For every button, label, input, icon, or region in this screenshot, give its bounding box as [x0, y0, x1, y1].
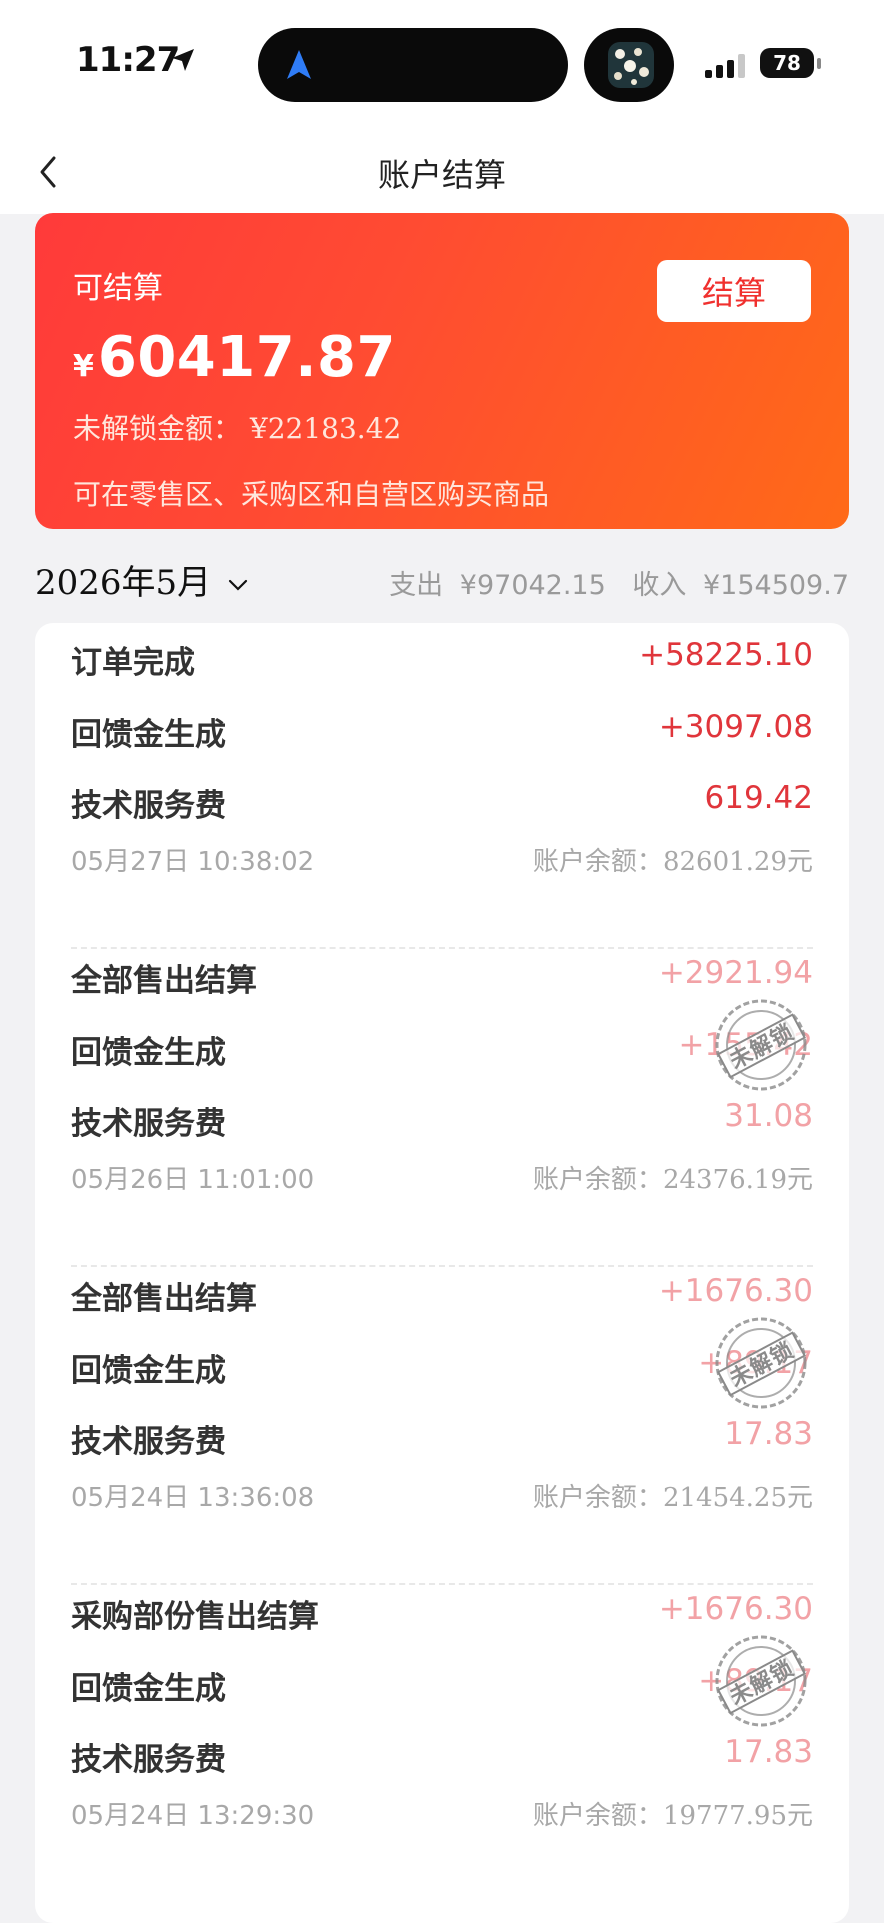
locked-amount-line: 未解锁金额： ¥22183.42	[73, 407, 401, 447]
settleable-label: 可结算	[73, 271, 163, 306]
ledger-entry[interactable]: 订单完成 +58225.10 回馈金生成 +3097.08 技术服务费 619.42 05月…	[71, 631, 813, 951]
ledger-entry-footer: 05月24日 13:29:30 账户余额：19777.95元	[71, 1795, 813, 1835]
currency-symbol: ¥	[73, 349, 94, 384]
purchase-note: 可在零售区、采购区和自营区购买商品	[73, 478, 550, 511]
entry-balance: 账户余额：82601.29元	[533, 841, 813, 878]
ledger-row-label: 回馈金生成	[71, 1671, 226, 1707]
ledger-entry-footer: 05月24日 13:36:08 账户余额：21454.25元	[71, 1477, 813, 1517]
ledger-row-label: 采购部份售出结算	[71, 1599, 319, 1635]
balance-label: 账户余额：	[532, 1801, 663, 1831]
ledger-row: 全部售出结算 +1676.30	[71, 1267, 813, 1317]
ledger-entry[interactable]: 全部售出结算+2921.94回馈金生成+155.42技术服务费31.0805月2…	[71, 949, 813, 1269]
ledger-row-amount: +1676.30	[658, 1591, 813, 1627]
ledger-row-amount: +3097.08	[658, 709, 813, 745]
settlement-card: 可结算 ¥60417.87 未解锁金额： ¥22183.42 可在零售区、采购区…	[35, 213, 849, 529]
entry-balance: 账户余额：21454.25元	[533, 1477, 813, 1514]
dynamic-island	[258, 28, 568, 102]
ledger-row: 采购部份售出结算 +1676.30	[71, 1585, 813, 1635]
locked-amount-value: ¥22183.42	[249, 412, 402, 445]
balance-value: 21454.25元	[662, 1483, 813, 1513]
ledger-row-label: 回馈金生成	[71, 717, 226, 753]
month-summary-row: 2026年5月 支出 ¥97042.15 收入 ¥154509.7	[35, 555, 849, 605]
navigation-arrow-icon	[287, 50, 311, 79]
ledger-row: 技术服务费 31.08	[71, 1092, 813, 1142]
chevron-down-icon	[228, 579, 248, 591]
ledger-row-label: 回馈金生成	[71, 1353, 226, 1389]
ledger-row-amount: +58225.10	[639, 637, 813, 673]
settle-button[interactable]: 结算	[657, 260, 811, 322]
entry-balance: 账户余额：19777.95元	[533, 1795, 813, 1832]
ledger-row-label: 技术服务费	[71, 1742, 226, 1778]
settleable-value: 60417.87	[97, 325, 396, 390]
ledger-row-label: 技术服务费	[71, 1106, 226, 1142]
ledger-row: 订单完成 +58225.10	[71, 631, 813, 681]
balance-value: 24376.19元	[662, 1165, 813, 1195]
ledger-row-amount: +2921.94	[658, 955, 813, 991]
entry-timestamp: 05月24日 13:29:30	[71, 1801, 315, 1831]
ledger-row-label: 回馈金生成	[71, 1035, 226, 1071]
ledger-row: 技术服务费 619.42	[71, 774, 813, 824]
ledger-row-amount: 619.42	[704, 780, 813, 816]
locked-stamp: 未解锁	[713, 1315, 809, 1411]
ledger-entry[interactable]: 采购部份售出结算+1676.30回馈金生成+89.17技术服务费17.8305月…	[71, 1585, 813, 1905]
location-arrow-icon	[172, 49, 194, 71]
ledger-entry-footer: 05月27日 10:38:02 账户余额：82601.29元	[71, 841, 813, 881]
status-time: 11:27	[76, 40, 180, 80]
ledger-row-label: 订单完成	[71, 645, 195, 681]
month-label: 2026年5月	[35, 563, 212, 603]
album-art-icon	[608, 42, 654, 88]
balance-value: 19777.95元	[662, 1801, 813, 1831]
nav-bar: 账户结算	[0, 128, 884, 214]
balance-label: 账户余额：	[532, 1165, 663, 1195]
entry-balance: 账户余额：24376.19元	[533, 1159, 813, 1196]
ledger-row: 回馈金生成 +3097.08	[71, 703, 813, 753]
settleable-amount: ¥60417.87	[73, 325, 396, 390]
ledger-entry-footer: 05月26日 11:01:00 账户余额：24376.19元	[71, 1159, 813, 1199]
entry-timestamp: 05月24日 13:36:08	[71, 1483, 315, 1513]
month-selector[interactable]: 2026年5月	[35, 555, 250, 604]
ledger-row: 全部售出结算 +2921.94	[71, 949, 813, 999]
balance-label: 账户余额：	[532, 1483, 663, 1513]
ledger-row-label: 技术服务费	[71, 788, 226, 824]
ledger-row-label: 全部售出结算	[71, 963, 257, 999]
entry-timestamp: 05月27日 10:38:02	[71, 847, 315, 877]
locked-stamp: 未解锁	[713, 997, 809, 1093]
locked-amount-label: 未解锁金额：	[73, 412, 242, 445]
entry-timestamp: 05月26日 11:01:00	[71, 1165, 315, 1195]
now-playing-island[interactable]	[584, 28, 674, 102]
battery-icon: 78	[760, 48, 814, 78]
battery-nub	[817, 58, 821, 69]
income-value: ¥154509.7	[702, 570, 849, 601]
cellular-signal-icon	[705, 54, 749, 78]
page-title: 账户结算	[377, 156, 506, 194]
month-totals: 支出 ¥97042.15 收入 ¥154509.7	[381, 563, 849, 602]
status-bar: 11:27 78	[0, 0, 884, 128]
expense-label: 支出	[389, 570, 444, 601]
ledger-entry[interactable]: 全部售出结算+1676.30回馈金生成+89.17技术服务费17.8305月24…	[71, 1267, 813, 1587]
expense-value: ¥97042.15	[459, 570, 606, 601]
ledger-row: 技术服务费 17.83	[71, 1410, 813, 1460]
income-label: 收入	[632, 570, 687, 601]
ledger-list: 订单完成 +58225.10 回馈金生成 +3097.08 技术服务费 619.42 05月…	[35, 623, 849, 1923]
ledger-row-amount: +1676.30	[658, 1273, 813, 1309]
ledger-row-label: 技术服务费	[71, 1424, 226, 1460]
balance-value: 82601.29元	[662, 847, 813, 877]
locked-stamp: 未解锁	[713, 1633, 809, 1729]
ledger-row-label: 全部售出结算	[71, 1281, 257, 1317]
balance-label: 账户余额：	[532, 847, 663, 877]
ledger-row: 技术服务费 17.83	[71, 1728, 813, 1778]
